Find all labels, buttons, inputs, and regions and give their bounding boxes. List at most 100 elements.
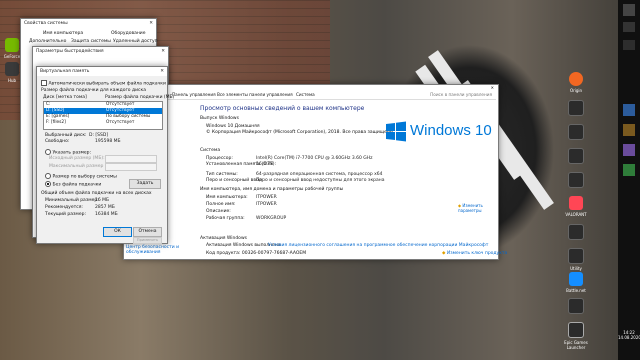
list-item[interactable]: F: [files2] Отсутствует — [44, 120, 162, 126]
system-managed-label: Размер по выбору системы — [52, 174, 117, 180]
full-name-label: Полное имя: — [206, 202, 236, 207]
breadcrumb-item[interactable]: Панель управления — [172, 91, 216, 99]
edition-value: Windows 10 Домашняя — [206, 124, 260, 129]
desktop-icon-epic[interactable]: Epic Games Launcher — [564, 322, 588, 350]
pen-label: Перо и сенсорный ввод: — [206, 178, 264, 183]
start-icon[interactable] — [623, 4, 635, 16]
system-type-label: Тип системы: — [206, 172, 238, 177]
taskbar-app-icon[interactable] — [623, 144, 635, 156]
taskbar: 14:22 14.08.2020 — [618, 0, 640, 360]
drive-letter: F: [files2] — [46, 120, 66, 125]
section-activation: Активация Windows — [200, 236, 247, 241]
app-icon — [568, 224, 584, 240]
current-size-label: Текущий размер: — [45, 212, 86, 217]
window-title: Виртуальная память — [40, 69, 90, 74]
cancel-button[interactable]: Отмена — [133, 227, 162, 237]
app-icon — [568, 124, 584, 140]
drive-list[interactable]: C: Отсутствует D: [SSD] Отсутствует E: [… — [43, 101, 163, 130]
no-paging-label: Без файла подкачки — [52, 182, 102, 188]
shield-icon: ◆ — [442, 251, 446, 256]
selected-disk-value: D: [SSD] — [89, 133, 109, 138]
auto-manage-checkbox[interactable]: Автоматически выбирать объем файла подка… — [41, 80, 166, 87]
desktop-icon[interactable] — [564, 224, 588, 242]
column-size: Размер файла подкачки (МБ) — [105, 95, 175, 100]
window-title: Параметры быстродействия — [36, 49, 104, 54]
custom-size-radio[interactable]: Указать размер: — [45, 149, 91, 156]
initial-size-label: Исходный размер (МБ): — [49, 156, 105, 161]
column-disk: Диск [метка тома] — [43, 95, 87, 100]
max-size-input[interactable] — [105, 163, 157, 171]
total-group-label: Общий объем файла подкачки на всех диска… — [41, 191, 152, 196]
group-label: Размер файла подкачки для каждого диска — [41, 88, 146, 93]
address-bar[interactable]: Панель управления Все элементы панели уп… — [124, 91, 496, 100]
valorant-icon — [569, 196, 583, 210]
search-input[interactable]: Поиск в панели управления — [430, 91, 492, 99]
desktop-icon-valorant[interactable]: VALORANT — [564, 196, 588, 217]
breadcrumb-item[interactable]: Система — [296, 91, 315, 99]
windows-logo: Windows 10 — [386, 121, 496, 145]
window-titlebar: Свойства системы ✕ — [21, 19, 156, 28]
desktop-icon-origin[interactable]: Origin — [564, 72, 588, 93]
clock[interactable]: 14:22 14.08.2020 — [618, 330, 640, 340]
desktop-icon[interactable] — [564, 148, 588, 166]
taskbar-app-icon[interactable] — [623, 164, 635, 176]
app-icon — [568, 100, 584, 116]
apply-button[interactable]: Применить — [133, 237, 162, 244]
close-icon[interactable]: ✕ — [160, 69, 164, 74]
initial-size-input[interactable] — [105, 155, 157, 163]
current-size-value: 16384 МБ — [95, 212, 118, 217]
change-settings-label: Изменить параметры — [458, 203, 483, 213]
system-type-value: 64-разрядная операционная система, проце… — [256, 172, 383, 177]
taskbar-app-icon[interactable] — [623, 104, 635, 116]
min-size-label: Минимальный размер: — [45, 198, 99, 203]
tab-computer-name[interactable]: Имя компьютера — [43, 31, 83, 36]
taskbar-app-icon[interactable] — [623, 124, 635, 136]
task-view-icon[interactable] — [623, 40, 635, 50]
breadcrumb-item[interactable]: Все элементы панели управления — [217, 91, 293, 99]
app-icon — [568, 148, 584, 164]
ok-button[interactable]: ОК — [103, 227, 132, 237]
virtual-memory-dialog[interactable]: Виртуальная память ✕ Автоматически выбир… — [36, 66, 174, 244]
desktop-icon[interactable] — [564, 172, 588, 190]
close-icon[interactable]: ✕ — [161, 49, 165, 54]
computer-name-label: Имя компьютера: — [206, 195, 248, 200]
description-label: Описание: — [206, 209, 231, 214]
page-title: Просмотр основных сведений о вашем компь… — [200, 105, 365, 112]
drive-size: Отсутствует — [106, 120, 135, 125]
change-settings-link[interactable]: ◆ Изменить параметры — [458, 203, 494, 213]
full-name-value: ITPOWER — [256, 202, 277, 207]
selected-disk-label: Выбранный диск: — [45, 133, 87, 138]
section-computer-name: Имя компьютера, имя домена и параметры р… — [200, 187, 344, 192]
processor-value: Intel(R) Core(TM) i7-7700 CPU @ 3.60GHz … — [256, 156, 373, 161]
system-managed-radio[interactable]: Размер по выбору системы — [45, 173, 117, 180]
tab-hardware[interactable]: Оборудование — [111, 31, 146, 36]
security-center-link[interactable]: Центр безопасности и обслуживания — [126, 245, 196, 255]
change-key-link[interactable]: ◆ Изменить ключ продукта — [442, 251, 507, 256]
geforce-icon — [5, 38, 19, 52]
tab-system-protection[interactable]: Защита системы — [71, 39, 111, 44]
windows-logo-text: Windows 10 — [410, 122, 492, 139]
desktop-icon-utility[interactable]: Utility — [564, 248, 588, 271]
hub-icon — [5, 62, 19, 76]
system-window[interactable]: Система ✕ Панель управления Все элементы… — [123, 84, 507, 260]
tab-remote[interactable]: Удаленный доступ — [113, 39, 158, 44]
battlenet-icon — [569, 272, 583, 286]
window-titlebar: Параметры быстродействия ✕ — [33, 47, 168, 56]
origin-icon — [569, 72, 583, 86]
utility-icon — [568, 248, 584, 264]
desktop-icon[interactable] — [564, 124, 588, 142]
license-link[interactable]: Условия лицензионного соглашения на прог… — [268, 243, 488, 248]
copyright-text: © Корпорация Майкрософт (Microsoft Corpo… — [206, 130, 395, 135]
pen-value: Перо и сенсорный ввод недоступны для это… — [256, 178, 385, 183]
search-icon[interactable] — [623, 22, 635, 32]
no-paging-radio[interactable]: Без файла подкачки — [45, 181, 101, 188]
set-button[interactable]: Задать — [129, 179, 161, 189]
desktop-icon[interactable] — [564, 100, 588, 118]
radio-icon — [45, 149, 51, 155]
tab-advanced[interactable]: Дополнительно — [29, 39, 66, 44]
desktop-icon-battlenet[interactable]: Battle.net — [564, 272, 588, 293]
recommended-value: 2857 МБ — [95, 205, 115, 210]
close-icon[interactable]: ✕ — [149, 21, 153, 26]
desktop-icon[interactable] — [564, 298, 588, 316]
custom-size-label: Указать размер: — [52, 150, 92, 156]
